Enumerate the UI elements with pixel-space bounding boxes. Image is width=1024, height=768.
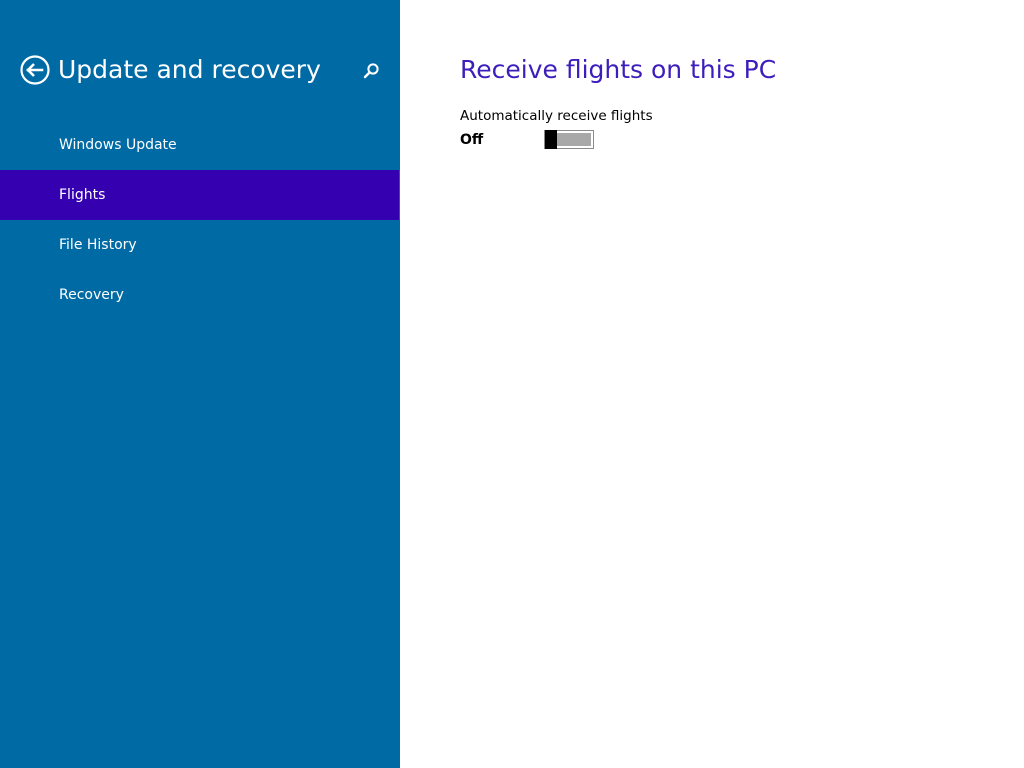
settings-app: Update and recovery Windows Update Fligh… [0, 0, 1024, 768]
auto-receive-flights-toggle[interactable] [544, 130, 594, 149]
sidebar-item-file-history[interactable]: File History [0, 220, 400, 270]
search-icon [363, 63, 379, 79]
sidebar: Update and recovery Windows Update Fligh… [0, 0, 400, 768]
setting-label: Automatically receive flights [460, 108, 653, 124]
page-title: Receive flights on this PC [460, 55, 777, 84]
toggle-state-label: Off [460, 132, 484, 148]
sidebar-item-label: Recovery [59, 287, 124, 303]
sidebar-nav: Windows Update Flights File History Reco… [0, 120, 400, 320]
back-button[interactable] [20, 55, 50, 85]
sidebar-item-label: Windows Update [59, 137, 177, 153]
sidebar-item-label: Flights [59, 187, 106, 203]
sidebar-item-label: File History [59, 237, 137, 253]
back-arrow-circle-icon [20, 55, 50, 85]
sidebar-item-windows-update[interactable]: Windows Update [0, 120, 400, 170]
sidebar-header: Update and recovery [0, 0, 400, 120]
main-content: Receive flights on this PC Automatically… [400, 0, 1024, 768]
search-button[interactable] [360, 60, 382, 82]
sidebar-item-flights[interactable]: Flights [0, 170, 399, 220]
toggle-thumb[interactable] [545, 130, 557, 149]
sidebar-title: Update and recovery [58, 55, 321, 84]
sidebar-item-recovery[interactable]: Recovery [0, 270, 400, 320]
